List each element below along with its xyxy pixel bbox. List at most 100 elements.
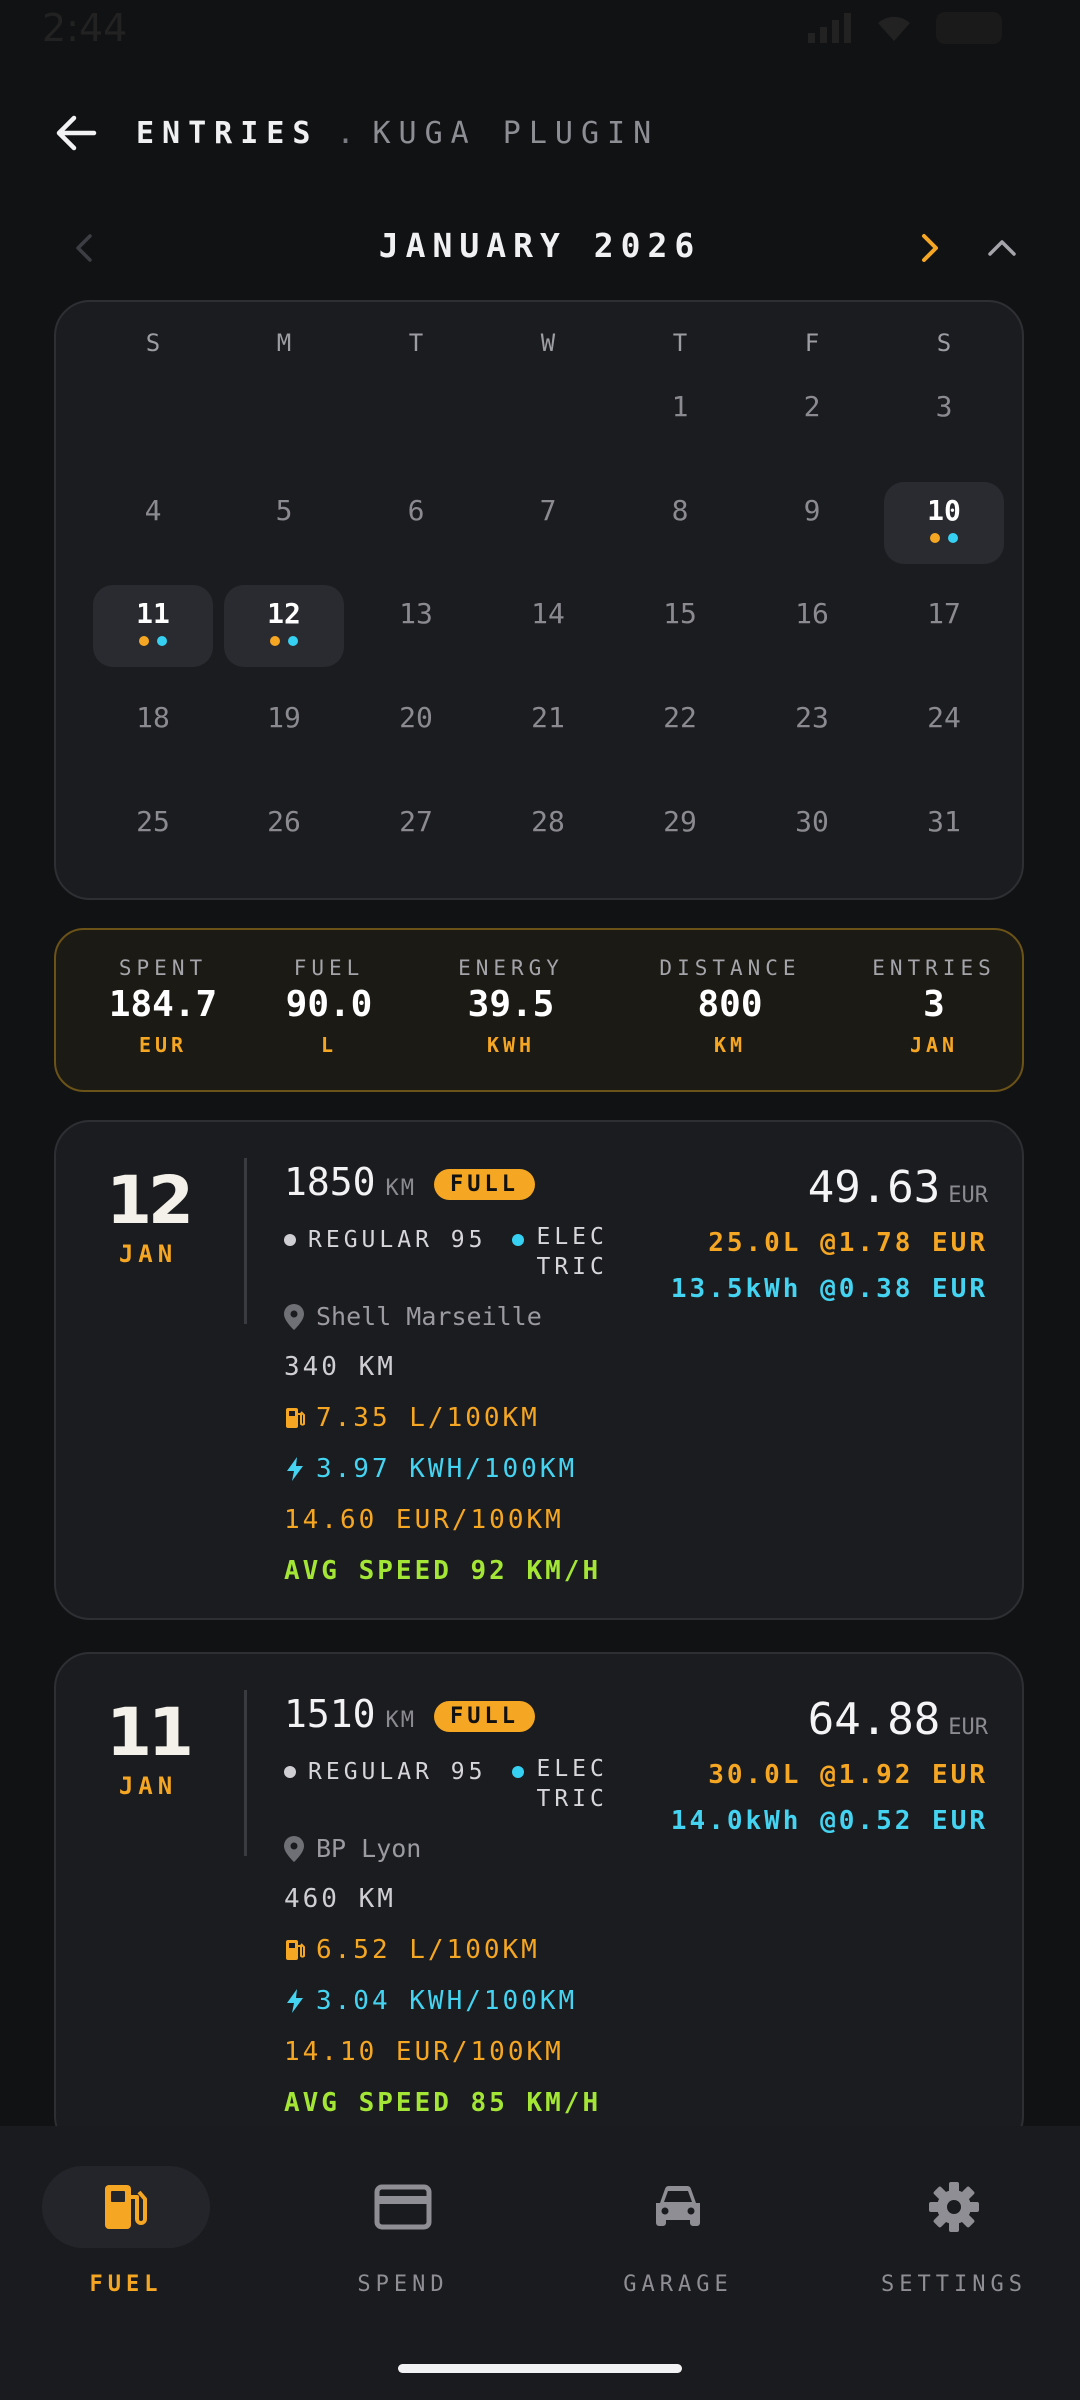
nav-label: SPEND — [357, 2272, 449, 2297]
fuel-type-tag: REGULAR 95 — [284, 1222, 486, 1258]
day-number: 30 — [795, 805, 829, 838]
fuel-pump-icon — [286, 1408, 305, 1428]
average-speed: AVG SPEED 92 KM/H — [284, 1556, 602, 1586]
next-month-icon[interactable] — [910, 228, 950, 268]
nav-garage-pill[interactable] — [594, 2166, 762, 2248]
calendar-day[interactable]: 27 — [356, 793, 476, 875]
calendar-day[interactable]: 13 — [356, 585, 476, 667]
fuel-type-tag: REGULAR 95 — [284, 1754, 486, 1790]
day-number: 10 — [927, 494, 961, 527]
nav-garage[interactable]: GARAGE — [588, 2166, 768, 2297]
home-indicator[interactable] — [398, 2364, 682, 2373]
monthly-summary: SPENT 184.7 EUR FUEL 90.0 L ENERGY 39.5 … — [54, 928, 1024, 1092]
fuel-type-label: REGULAR 95 — [308, 1759, 487, 1785]
day-number: 13 — [399, 597, 433, 630]
electric-tag: ELEC TRIC — [512, 1754, 607, 1814]
calendar-day[interactable]: 15 — [620, 585, 740, 667]
calendar-day[interactable]: 16 — [752, 585, 872, 667]
calendar-day[interactable]: 8 — [620, 482, 740, 564]
fuel-efficiency: 7.35 L/100KM — [284, 1403, 540, 1433]
calendar-day[interactable]: 26 — [224, 793, 344, 875]
calendar-day[interactable]: 7 — [488, 482, 608, 564]
calendar-day[interactable]: 5 — [224, 482, 344, 564]
signal-icon — [808, 13, 851, 43]
entry-divider — [244, 1690, 247, 1856]
entry-tags: REGULAR 95 ELEC TRIC — [284, 1754, 608, 1814]
fuel-type-dot — [284, 1766, 296, 1778]
day-number: 17 — [927, 597, 961, 630]
calendar-day[interactable]: 17 — [884, 585, 1004, 667]
calendar-card: S M T W T F S 1 2 3 4 5 6 7 8 9 10 11 12 13 14 15 16 17 18 19 20 21… — [54, 300, 1024, 900]
weekday-header: W — [540, 329, 556, 357]
fuel-efficiency-value: 6.52 L/100KM — [316, 1935, 540, 1965]
entry-indicator-dots — [224, 636, 344, 646]
calendar-day[interactable]: 21 — [488, 689, 608, 771]
collapse-calendar-icon[interactable] — [982, 228, 1022, 268]
nav-settings-pill[interactable] — [870, 2166, 1038, 2248]
stat-value: 3 — [923, 984, 945, 1025]
calendar-day[interactable]: 9 — [752, 482, 872, 564]
calendar-day[interactable]: 19 — [224, 689, 344, 771]
stat-value: 800 — [697, 984, 763, 1025]
stat-value: 184.7 — [108, 984, 218, 1025]
day-number: 29 — [663, 805, 697, 838]
title-separator: . — [336, 115, 355, 151]
entry-odometer: 1850 KM FULL — [284, 1160, 535, 1204]
calendar-day[interactable]: 6 — [356, 482, 476, 564]
stat-fuel: FUEL 90.0 L — [249, 956, 409, 1057]
electric-entry-dot — [948, 533, 958, 543]
calendar-day[interactable]: 23 — [752, 689, 872, 771]
calendar-day[interactable]: 20 — [356, 689, 476, 771]
stat-label: ENERGY — [458, 956, 564, 980]
calendar-day-with-entry[interactable]: 10 — [884, 482, 1004, 564]
stat-value: 39.5 — [467, 984, 555, 1025]
fuel-efficiency: 6.52 L/100KM — [284, 1935, 540, 1965]
entry-card[interactable]: 12 JAN 1850 KM FULL REGULAR 95 ELEC TRIC… — [54, 1120, 1024, 1620]
calendar-day[interactable]: 25 — [93, 793, 213, 875]
calendar-day[interactable]: 14 — [488, 585, 608, 667]
calendar-day[interactable]: 31 — [884, 793, 1004, 875]
entry-odometer: 1510 KM FULL — [284, 1692, 535, 1736]
calendar-day[interactable]: 18 — [93, 689, 213, 771]
day-number: 2 — [803, 390, 821, 423]
calendar-day-with-entry[interactable]: 12 — [224, 585, 344, 667]
calendar-day-with-entry[interactable]: 11 — [93, 585, 213, 667]
location-name: Shell Marseille — [316, 1302, 542, 1331]
nav-spend[interactable]: SPEND — [313, 2166, 493, 2297]
back-arrow-icon[interactable] — [52, 109, 100, 157]
nav-settings[interactable]: SETTINGS — [864, 2166, 1044, 2297]
wifi-icon — [878, 16, 910, 41]
entry-day: 11 — [106, 1694, 194, 1771]
calendar-day[interactable]: 3 — [884, 378, 1004, 460]
nav-fuel-pill[interactable] — [42, 2166, 210, 2248]
day-number: 9 — [803, 494, 821, 527]
day-number: 11 — [136, 597, 170, 630]
stat-label: DISTANCE — [659, 956, 801, 980]
odometer-unit: KM — [385, 1708, 417, 1733]
month-navigation: JANUARY 2026 — [52, 220, 1028, 280]
calendar-day[interactable]: 2 — [752, 378, 872, 460]
electric-dot — [512, 1766, 525, 1778]
fuel-type-label: REGULAR 95 — [308, 1227, 487, 1253]
electric-entry-dot — [288, 636, 298, 646]
electric-entry-dot — [157, 636, 167, 646]
calendar-day[interactable]: 30 — [752, 793, 872, 875]
calendar-day[interactable]: 29 — [620, 793, 740, 875]
nav-spend-pill[interactable] — [319, 2166, 487, 2248]
calendar-day[interactable]: 4 — [93, 482, 213, 564]
calendar-day[interactable]: 24 — [884, 689, 1004, 771]
day-number: 12 — [267, 597, 301, 630]
calendar-day[interactable]: 28 — [488, 793, 608, 875]
stat-unit: EUR — [138, 1033, 188, 1057]
day-number: 27 — [399, 805, 433, 838]
fuel-detail: 30.0L @1.92 EUR — [708, 1760, 988, 1790]
fuel-entry-dot — [270, 636, 280, 646]
entry-card[interactable]: 11 JAN 1510 KM FULL REGULAR 95 ELEC TRIC… — [54, 1652, 1024, 2152]
lightning-icon — [287, 1989, 303, 2013]
calendar-day[interactable]: 22 — [620, 689, 740, 771]
calendar-day[interactable]: 1 — [620, 378, 740, 460]
entry-distance: 340 KM — [284, 1352, 396, 1382]
nav-fuel[interactable]: FUEL — [36, 2166, 216, 2297]
weekday-header: S — [936, 329, 952, 357]
header: ENTRIES . KUGA PLUGIN — [52, 104, 659, 162]
